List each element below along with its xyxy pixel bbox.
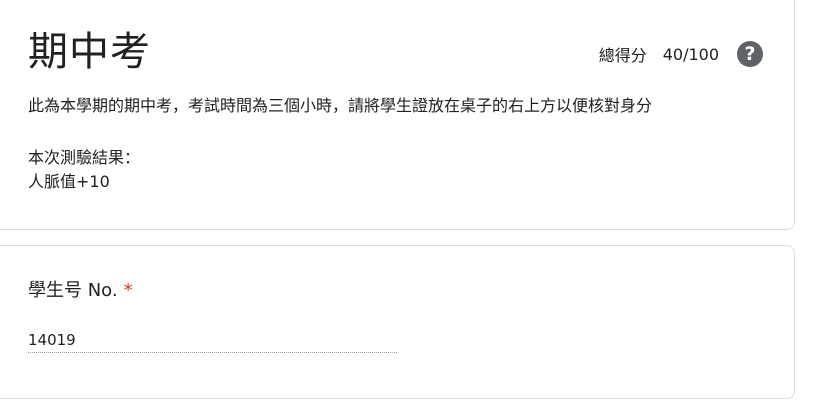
quiz-result-title: 本次測驗結果：: [28, 148, 141, 167]
form-description: 此為本學期的期中考，考試時間為三個小時，請將學生證放在桌子的右上方以便核對身分: [28, 96, 653, 115]
total-score: 總得分 40/100 ?: [599, 39, 763, 69]
total-score-label: 總得分: [598, 46, 647, 65]
required-asterisk: *: [123, 280, 133, 301]
form-title: 期中考: [28, 29, 151, 75]
question-label: 學生号 No.: [28, 280, 118, 301]
quiz-result: 本次測驗結果： 人脈值+10: [28, 146, 140, 194]
form-header-card: 期中考 總得分 40/100 ? 此為本學期的期中考，考試時間為三個小時，請將學…: [0, 0, 795, 230]
total-score-value: 40/100: [662, 44, 719, 64]
form-page: 期中考 總得分 40/100 ? 此為本學期的期中考，考試時間為三個小時，請將學…: [0, 0, 823, 410]
help-icon[interactable]: ?: [737, 41, 763, 67]
quiz-result-value: 人脈值+10: [28, 172, 110, 191]
question-card-student-id: 學生号 No. * 14019: [0, 245, 795, 399]
student-id-answer[interactable]: 14019: [28, 327, 397, 353]
question-title: 學生号 No. *: [28, 278, 133, 304]
